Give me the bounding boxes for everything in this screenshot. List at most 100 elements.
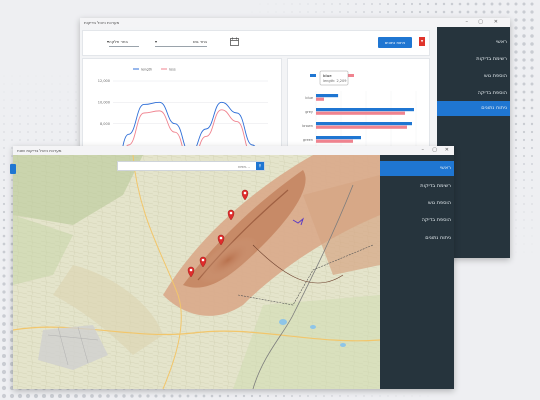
- y-tick-label: 8,000: [100, 122, 110, 126]
- background-dot: [146, 394, 150, 398]
- legend-swatch: [348, 74, 354, 77]
- background-dot: [43, 139, 45, 141]
- terrain-map[interactable]: ⚲: [13, 155, 380, 389]
- sidebar-item-add-test[interactable]: הוספת בדיקה: [437, 86, 510, 101]
- background-dot: [530, 42, 534, 46]
- close-icon[interactable]: ✕: [494, 18, 498, 27]
- background-dot: [291, 395, 293, 397]
- background-dot: [522, 58, 526, 62]
- close-icon[interactable]: ✕: [445, 146, 449, 155]
- background-dot: [49, 393, 55, 399]
- background-dot: [514, 98, 518, 102]
- sidebar-item-analyze-data[interactable]: ניתוח נתונים: [380, 231, 454, 246]
- background-dot: [267, 3, 269, 5]
- sidebar-item-home[interactable]: ראשי: [380, 161, 454, 176]
- map-search-box[interactable]: ⚲: [117, 161, 265, 171]
- background-dot: [531, 195, 533, 197]
- background-dot: [122, 394, 126, 398]
- terrain-map-canvas[interactable]: [13, 155, 380, 389]
- search-icon[interactable]: ⚲: [256, 162, 264, 170]
- sidebar-item-add-block[interactable]: הוספת גוש: [380, 196, 454, 211]
- select-block-dropdown[interactable]: בחר גוש ▾: [155, 39, 207, 47]
- minimize-icon[interactable]: –: [422, 146, 425, 155]
- background-dot: [515, 235, 517, 237]
- background-dot: [11, 123, 13, 125]
- background-dot: [530, 90, 534, 94]
- background-dot: [43, 99, 45, 101]
- bar-length: [316, 122, 412, 126]
- background-dot: [387, 3, 389, 5]
- background-dot: [347, 3, 349, 5]
- maximize-icon[interactable]: ▢: [432, 146, 437, 155]
- background-dot: [490, 10, 494, 14]
- background-dot: [3, 155, 5, 157]
- background-dot: [530, 26, 534, 30]
- background-dot: [498, 2, 502, 6]
- background-dot: [2, 306, 6, 310]
- background-dot: [2, 250, 6, 254]
- background-dot: [2, 314, 6, 318]
- background-dot: [418, 10, 422, 14]
- background-dot: [9, 393, 15, 399]
- select-plot-dropdown[interactable]: בחר חלקה ▾: [107, 39, 139, 47]
- sidebar-item-analyze-data[interactable]: ניתוח נתונים: [437, 101, 510, 116]
- background-dot: [522, 122, 526, 126]
- background-dot: [27, 107, 29, 109]
- background-dot: [3, 147, 5, 149]
- background-dot: [515, 187, 517, 189]
- background-dot: [1, 361, 7, 367]
- background-dot: [130, 394, 134, 398]
- sidebar-item-tests-list[interactable]: רשימת בדיקות: [380, 179, 454, 194]
- background-dot: [347, 395, 349, 397]
- background-dot: [426, 10, 430, 14]
- background-dot: [506, 2, 510, 6]
- background-dot: [515, 211, 517, 213]
- background-dot: [514, 34, 518, 38]
- background-dot: [315, 11, 317, 13]
- bar-length: [316, 108, 414, 112]
- background-dot: [515, 195, 517, 197]
- sidebar-item-add-test[interactable]: הוספת בדיקה: [380, 213, 454, 228]
- legend-swatch: [310, 74, 316, 77]
- background-dot: [35, 91, 37, 93]
- background-dot: [434, 10, 438, 14]
- analyze-data-button[interactable]: ניתוח נתונים: [378, 37, 412, 48]
- background-dot: [442, 10, 446, 14]
- background-dot: [339, 11, 341, 13]
- chevron-down-icon: ▾: [155, 39, 158, 44]
- background-dot: [66, 394, 70, 398]
- background-dot: [530, 34, 534, 38]
- calendar-icon[interactable]: [230, 37, 239, 46]
- background-dot: [106, 394, 110, 398]
- sidebar-item-label: רשימת בדיקות: [420, 183, 451, 189]
- sidebar-toggle-tab[interactable]: [10, 164, 16, 174]
- legend-label: length: [141, 67, 152, 71]
- map-search-input[interactable]: [118, 162, 252, 170]
- background-dot: [355, 11, 357, 13]
- category-label: brown: [302, 124, 313, 128]
- sidebar-item-home[interactable]: ראשי: [437, 35, 510, 50]
- minimize-icon[interactable]: –: [466, 18, 469, 27]
- background-dot: [522, 2, 526, 6]
- background-dot: [490, 2, 494, 6]
- background-dot: [2, 330, 6, 334]
- background-dot: [299, 3, 301, 5]
- background-dot: [59, 115, 61, 117]
- background-dot: [531, 227, 533, 229]
- pdf-icon[interactable]: ▼: [419, 37, 425, 46]
- pin-center: [201, 258, 205, 262]
- background-dot: [482, 2, 486, 6]
- background-dot: [523, 203, 525, 205]
- background-dot: [402, 2, 406, 6]
- maximize-icon[interactable]: ▢: [478, 18, 483, 27]
- sidebar-item-add-block[interactable]: הוספת גוש: [437, 69, 510, 84]
- background-dot: [403, 395, 405, 397]
- background-dot: [11, 107, 13, 109]
- background-dot: [530, 106, 534, 110]
- background-dot: [2, 210, 6, 214]
- background-dot: [522, 74, 526, 78]
- bar-tooltip: bluelength: 2,209: [319, 70, 349, 86]
- map-window: מערכת ניהול בדיקות שטח – ▢ ✕ חפש... ⚲ רא…: [10, 146, 454, 389]
- sidebar-item-tests-list[interactable]: רשימת בדיקות: [437, 52, 510, 67]
- background-dot: [530, 66, 534, 70]
